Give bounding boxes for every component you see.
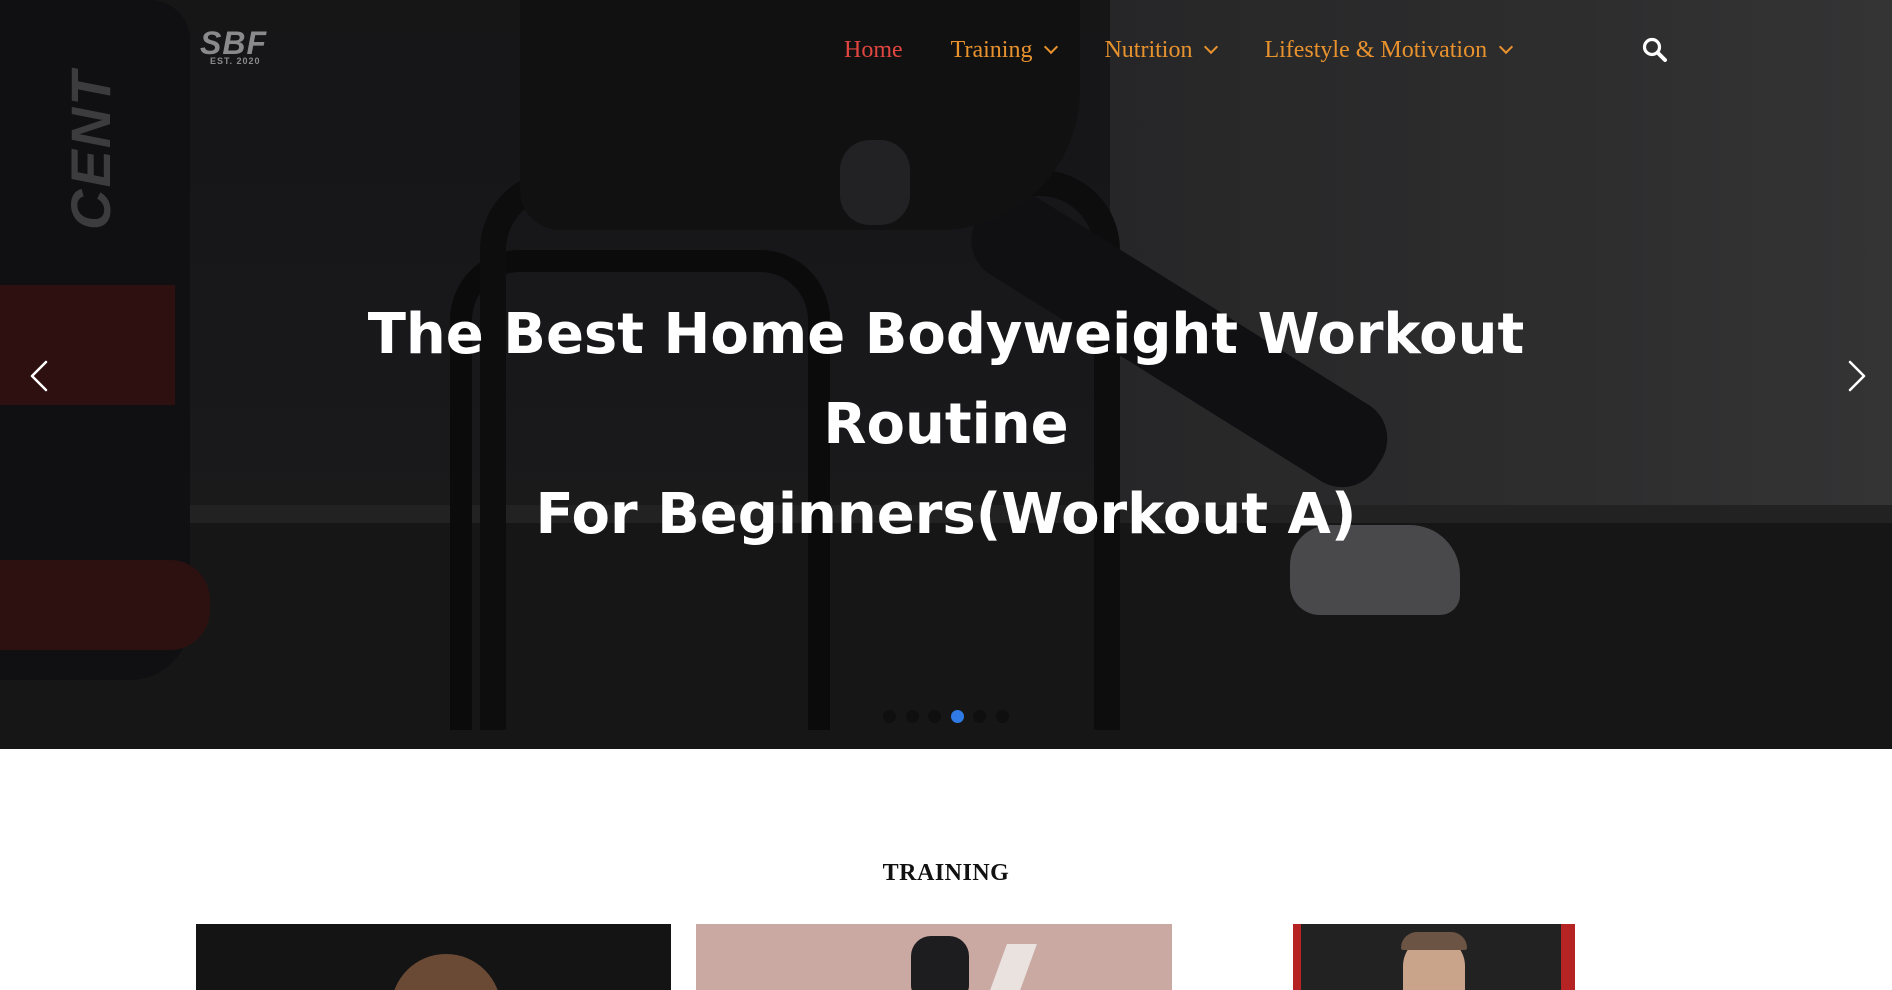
- slider-dot-3[interactable]: [928, 710, 941, 723]
- chevron-down-icon: [1499, 39, 1514, 55]
- chevron-down-icon: [1044, 39, 1059, 55]
- nav-item-home[interactable]: Home: [844, 37, 903, 64]
- training-card-1-image[interactable]: [196, 924, 671, 990]
- nav-item-label: Lifestyle & Motivation: [1264, 36, 1488, 63]
- training-card-3-image[interactable]: [1293, 924, 1575, 990]
- hero-title[interactable]: The Best Home Bodyweight Workout Routine…: [300, 290, 1592, 560]
- logo-text: SBF: [200, 25, 267, 61]
- hero-title-line-2: For Beginners(Workout A): [535, 482, 1357, 547]
- site-logo[interactable]: SBF EST. 2020: [200, 26, 290, 70]
- main-nav: Home Training Nutrition Lifestyle & Moti…: [844, 30, 1559, 70]
- section-title: TRAINING: [882, 860, 1010, 886]
- hero-title-line-1: The Best Home Bodyweight Workout Routine: [367, 302, 1525, 457]
- slider-dot-1[interactable]: [883, 710, 896, 723]
- nav-item-lifestyle-motivation[interactable]: Lifestyle & Motivation: [1264, 36, 1514, 64]
- nav-item-label: Home: [844, 36, 903, 63]
- logo-subtext: EST. 2020: [210, 56, 261, 66]
- chevron-down-icon: [1204, 39, 1219, 55]
- training-card-2-image[interactable]: [696, 924, 1172, 990]
- slider-dot-5[interactable]: [973, 710, 986, 723]
- chevron-left-icon[interactable]: [20, 356, 60, 396]
- slider-dot-2[interactable]: [905, 710, 919, 723]
- nav-item-nutrition[interactable]: Nutrition: [1104, 36, 1219, 64]
- nav-item-training[interactable]: Training: [950, 36, 1059, 64]
- hero-slider: CENT SBF EST. 2020 Home Training Nutriti…: [0, 0, 1892, 749]
- slider-dot-6[interactable]: [995, 710, 1009, 723]
- chevron-right-icon[interactable]: [1836, 356, 1876, 396]
- nav-item-label: Nutrition: [1104, 36, 1193, 63]
- nav-item-label: Training: [950, 36, 1033, 63]
- slider-dot-4[interactable]: [950, 710, 964, 723]
- search-icon[interactable]: [1641, 36, 1669, 64]
- slider-pagination: [883, 710, 1018, 723]
